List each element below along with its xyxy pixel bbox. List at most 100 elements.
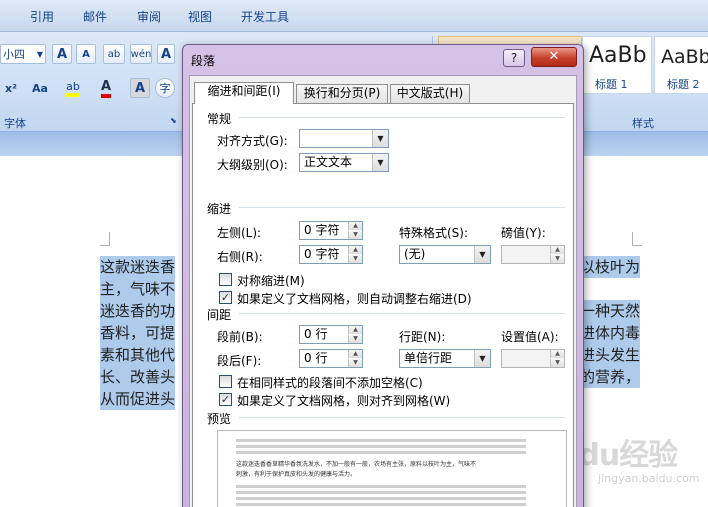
doc-text-line[interactable]: 的营养， bbox=[580, 366, 641, 388]
doc-text-line[interactable]: 主，气味不 bbox=[100, 278, 176, 300]
highlight-icon[interactable]: ab bbox=[58, 78, 88, 98]
section-spacing: 间距 bbox=[207, 308, 232, 322]
enclose-char-icon[interactable]: 字 bbox=[155, 78, 175, 98]
phonetic-guide-icon[interactable]: wén bbox=[130, 44, 152, 64]
style-name: 标题 1 bbox=[595, 78, 628, 91]
tab-view[interactable]: 视图 bbox=[188, 8, 212, 25]
line-spacing-at-spinner[interactable]: ▲ ▼ bbox=[501, 349, 565, 368]
grow-font-icon[interactable]: A bbox=[52, 44, 72, 64]
style-preview: AaBb bbox=[589, 43, 647, 68]
styles-group-label: 样式 bbox=[632, 117, 654, 130]
snap-to-grid-checkbox[interactable]: ✓ bbox=[219, 393, 232, 406]
paragraph-preview: 这款迷迭香香草精华香氛洗发水，不加一般有一般，农场有主张，原料以枝叶为主，气味不… bbox=[217, 430, 567, 507]
doc-text-line[interactable]: 一种天然 bbox=[580, 300, 641, 322]
spin-up-icon[interactable]: ▲ bbox=[348, 350, 362, 358]
section-rule bbox=[239, 207, 565, 208]
dialog-body: 缩进和间距(I) 换行和分页(P) 中文版式(H) 常规 对齐方式(G): ▼ … bbox=[189, 75, 577, 507]
auto-adjust-indent-label: 如果定义了文档网格，则自动调整右缩进(D) bbox=[237, 292, 472, 306]
dialog-title: 段落 bbox=[191, 54, 216, 68]
section-general: 常规 bbox=[207, 112, 232, 126]
char-border-icon[interactable]: A bbox=[157, 44, 175, 64]
no-space-same-style-label: 在相同样式的段落间不添加空格(C) bbox=[237, 376, 423, 390]
style-preview: AaBb bbox=[661, 46, 708, 68]
change-case-icon[interactable]: Aa bbox=[26, 78, 54, 98]
tab-mailings[interactable]: 邮件 bbox=[83, 8, 107, 25]
preview-sample-text: 刺激，有利于保护真皮和头发的健康与活力。 bbox=[236, 471, 357, 478]
doc-text-line[interactable]: 素和其他代 bbox=[100, 344, 176, 366]
spin-up-icon[interactable]: ▲ bbox=[348, 326, 362, 334]
checkmark-icon: ✓ bbox=[220, 291, 231, 304]
space-before-spinner[interactable]: 0 行 ▲ ▼ bbox=[299, 325, 363, 344]
indent-right-spinner[interactable]: 0 字符 ▲ ▼ bbox=[299, 245, 363, 264]
special-indent-label: 特殊格式(S): bbox=[399, 226, 469, 240]
tab-asian-typography[interactable]: 中文版式(H) bbox=[390, 84, 470, 103]
spin-down-icon[interactable]: ▼ bbox=[348, 359, 362, 367]
spin-up-icon[interactable]: ▲ bbox=[550, 246, 564, 254]
superscript-icon[interactable]: x² bbox=[0, 78, 22, 98]
special-indent-select[interactable]: (无) ▼ bbox=[399, 245, 491, 264]
doc-text-line[interactable]: 进体内毒 bbox=[580, 322, 641, 344]
chevron-down-icon: ▼ bbox=[474, 350, 490, 367]
doc-text-line[interactable]: 从而促进头 bbox=[100, 388, 176, 410]
margin-mark-right bbox=[632, 232, 642, 246]
indent-by-spinner[interactable]: ▲ ▼ bbox=[501, 245, 565, 264]
outline-level-select[interactable]: 正文文本 ▼ bbox=[299, 153, 389, 172]
font-color-icon[interactable]: A bbox=[92, 78, 120, 98]
style-heading-2[interactable]: AaBb 标题 2 bbox=[654, 36, 708, 94]
font-size-combo[interactable]: 小四 ▼ bbox=[0, 44, 46, 64]
doc-text-line[interactable]: 香料，可提 bbox=[100, 322, 176, 344]
tab-developer[interactable]: 开发工具 bbox=[241, 8, 289, 25]
font-size-value: 小四 bbox=[3, 48, 25, 61]
margin-mark-left bbox=[100, 232, 110, 246]
spin-down-icon[interactable]: ▼ bbox=[348, 255, 362, 263]
preview-line bbox=[236, 445, 526, 448]
style-name: 标题 2 bbox=[667, 78, 700, 91]
line-spacing-select[interactable]: 单倍行距 ▼ bbox=[399, 349, 491, 368]
section-preview: 预览 bbox=[207, 412, 232, 426]
doc-text-line[interactable]: 这款迷迭香 bbox=[100, 256, 176, 278]
spin-up-icon[interactable]: ▲ bbox=[550, 350, 564, 358]
char-shading-icon[interactable]: A bbox=[130, 78, 150, 98]
tab-line-page-breaks[interactable]: 换行和分页(P) bbox=[296, 84, 388, 103]
doc-text-line[interactable]: 进头发生 bbox=[580, 344, 641, 366]
preview-line bbox=[236, 485, 526, 488]
spin-up-icon[interactable]: ▲ bbox=[348, 222, 362, 230]
alignment-select[interactable]: ▼ bbox=[299, 129, 389, 148]
tab-references[interactable]: 引用 bbox=[30, 8, 54, 25]
mirror-indents-label: 对称缩进(M) bbox=[237, 274, 305, 288]
preview-sample-text: 这款迷迭香香草精华香氛洗发水，不加一般有一般，农场有主张，原料以枝叶为主，气味不 bbox=[236, 461, 477, 468]
preview-line bbox=[236, 491, 526, 494]
indent-left-spinner[interactable]: 0 字符 ▲ ▼ bbox=[299, 221, 363, 240]
shrink-font-icon[interactable]: A bbox=[76, 44, 96, 64]
tab-indents-spacing[interactable]: 缩进和间距(I) bbox=[194, 82, 294, 104]
clear-format-icon[interactable]: ab bbox=[103, 44, 125, 64]
mirror-indents-checkbox[interactable] bbox=[219, 273, 232, 286]
line-spacing-label: 行距(N): bbox=[399, 330, 446, 344]
alignment-label: 对齐方式(G): bbox=[217, 134, 288, 148]
no-space-same-style-checkbox[interactable] bbox=[219, 375, 232, 388]
style-heading-1[interactable]: AaBb 标题 1 bbox=[582, 36, 652, 94]
spin-down-icon[interactable]: ▼ bbox=[348, 231, 362, 239]
ribbon-tab-bar: 引用 邮件 审阅 视图 开发工具 bbox=[0, 0, 708, 32]
spin-down-icon[interactable]: ▼ bbox=[550, 255, 564, 263]
spin-down-icon[interactable]: ▼ bbox=[348, 335, 362, 343]
preview-line bbox=[236, 439, 526, 442]
auto-adjust-indent-checkbox[interactable]: ✓ bbox=[219, 291, 232, 304]
space-after-spinner[interactable]: 0 行 ▲ ▼ bbox=[299, 349, 363, 368]
help-button[interactable]: ? bbox=[503, 49, 525, 67]
doc-text-line[interactable]: 迷迭香的功 bbox=[100, 300, 176, 322]
dialog-launcher-icon[interactable]: ⬊ bbox=[170, 116, 177, 125]
spin-up-icon[interactable]: ▲ bbox=[348, 246, 362, 254]
preview-line bbox=[236, 497, 526, 500]
tab-review[interactable]: 审阅 bbox=[137, 8, 161, 25]
tab-pane: 常规 对齐方式(G): ▼ 大纲级别(O): 正文文本 ▼ 缩进 左侧(L): … bbox=[192, 103, 574, 507]
section-rule bbox=[239, 117, 565, 118]
line-spacing-at-label: 设置值(A): bbox=[501, 330, 559, 344]
checkmark-icon: ✓ bbox=[220, 393, 231, 406]
section-indentation: 缩进 bbox=[207, 202, 232, 216]
spin-down-icon[interactable]: ▼ bbox=[550, 359, 564, 367]
indent-right-label: 右侧(R): bbox=[217, 250, 263, 264]
doc-text-line[interactable]: 长、改善头 bbox=[100, 366, 176, 388]
doc-text-line[interactable]: 以枝叶为 bbox=[580, 256, 641, 278]
close-button[interactable]: ✕ bbox=[531, 47, 577, 67]
